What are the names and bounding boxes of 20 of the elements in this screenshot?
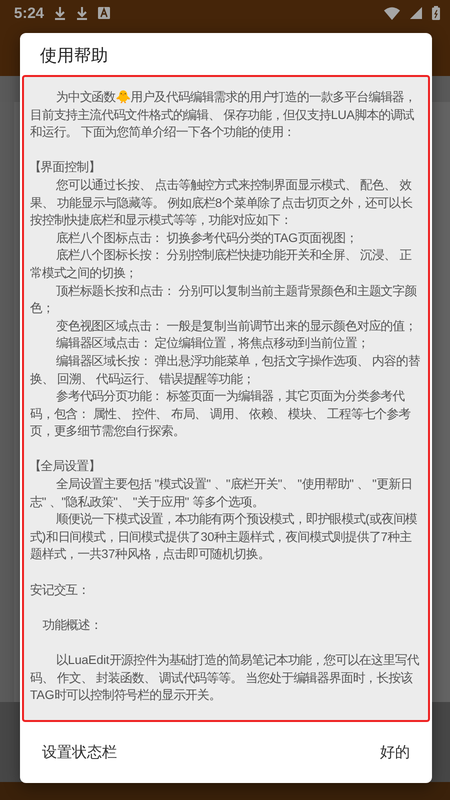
- ok-button[interactable]: 好的: [370, 735, 420, 770]
- dialog-title: 使用帮助: [39, 45, 109, 68]
- help-paragraph: 顺便说一下模式设置，本功能有两个预设模式，即护眼模式(或夜间模式)和日间模式，日间模式提供了30种主题样式，夜间模式则提供了7种主题样式，一共37种风格，点击即可随机切换。: [30, 511, 418, 564]
- help-paragraph: 底栏八个图标长按： 分别控制底栏快捷功能开关和全屏、 沉浸、 正常模式之间的切换；: [30, 247, 412, 282]
- help-paragraph: 您可以通过长按、 点击等触控方式来控制界面显示模式、 配色、 效果、 功能显示与隐藏等。 例如底栏8个菜单除了点击切页之外，还可以长按控制快捷底栏和显示模式等等，功能对应如下：: [30, 176, 414, 230]
- help-paragraph: 编辑器区域长按： 弹出悬浮功能菜单，包括文字操作选项、 内容的替换、 回溯、 代码运行、 错误提醒等功能；: [30, 352, 421, 388]
- section-label: 安记交互：: [30, 582, 91, 599]
- help-paragraph: 编辑器区域点击： 定位编辑位置，将焦点移动到当前位置；: [55, 335, 370, 352]
- help-paragraph: 全局设置主要包括 "模式设置" 、"底栏开关"、 "使用帮助" 、 "更新日志" 、"隐私政策"、 "关于应用" 等多个选项。: [30, 476, 414, 511]
- section-heading: 【全局设置】: [28, 458, 102, 476]
- status-bar-settings-button[interactable]: 设置状态栏: [32, 735, 127, 770]
- help-paragraph: 底栏八个图标点击： 切换参考代码分类的TAG页面视图；: [55, 230, 358, 247]
- section-heading: 【界面控制】: [28, 159, 102, 176]
- help-paragraph: 变色视图区域点击： 一般是复制当前调节出来的显示颜色对应的值；: [55, 318, 418, 335]
- clock-time: 5:24: [14, 4, 44, 22]
- subsection-label: 功能概述：: [41, 616, 103, 634]
- help-paragraph: 为中文函数🐥用户及代码编辑需求的用户打造的一款多平台编辑器，目前支持主流代码文件格式的编辑、 保存功能，但仅支持LUA脚本的调试和运行。 下面为您简单介绍一下各个功能的使用：: [30, 89, 418, 142]
- help-paragraph: 以LuaEdit开源控件为基础打造的简易笔记本功能，您可以在这里写代码、 作文、 封装函数、 调试代码等等。 当您处于编辑器界面时，长按该TAG时可以控制符号栏的显示开关。: [30, 652, 420, 704]
- help-paragraph: 顶栏标题长按和点击： 分别可以复制当前主题背景颜色和主题文字颜色；: [30, 282, 418, 318]
- help-paragraph: 参考代码分页功能： 标签页面一为编辑器，其它页面为分类参考代码，包含： 属性、 控件、 布局、 调用、 依赖、 模块、 工程等七个参考页，更多细节需您自行探索。: [30, 388, 412, 440]
